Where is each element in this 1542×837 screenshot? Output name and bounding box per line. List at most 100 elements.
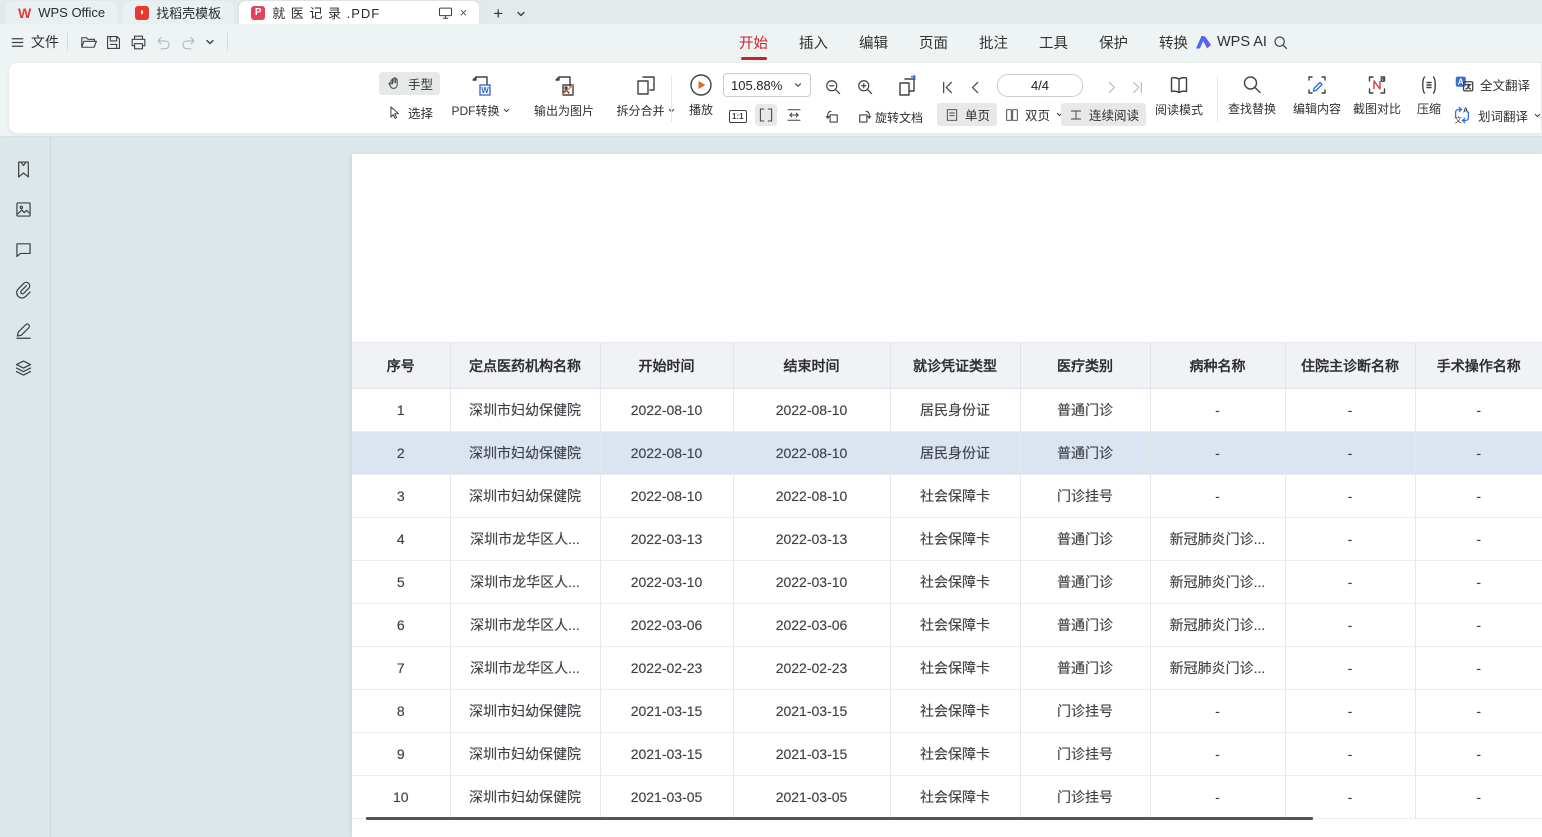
table-cell: 深圳市妇幼保健院 <box>450 733 600 776</box>
table-cell: 2022-03-13 <box>600 518 733 561</box>
menu-tab[interactable]: 开始 <box>738 24 769 61</box>
screenshot-compare-icon <box>1365 73 1389 97</box>
table-header-cell: 医疗类别 <box>1020 343 1150 389</box>
cursor-icon <box>391 107 398 118</box>
table-cell: - <box>1415 690 1542 733</box>
table-cell: - <box>1285 647 1415 690</box>
table-cell: 5 <box>352 561 450 604</box>
menu-tab[interactable]: 编辑 <box>858 24 889 61</box>
table-cell: 普通门诊 <box>1020 561 1150 604</box>
main-menu-icon[interactable] <box>10 35 25 50</box>
table-cell: 10 <box>352 776 450 819</box>
quick-access-chevron-icon[interactable] <box>201 33 219 51</box>
window-tab-bar: W WPS Office ◗ 找稻壳模板 P 就 医 记 录 .PDF × + <box>0 0 1542 24</box>
tab-wps-office[interactable]: W WPS Office <box>6 1 117 24</box>
split-merge-button[interactable]: 拆分合并 <box>607 73 685 119</box>
table-cell: - <box>1285 432 1415 475</box>
table-cell: 门诊挂号 <box>1020 475 1150 518</box>
thumbnail-panel-icon[interactable] <box>13 199 34 220</box>
new-tab-icon[interactable]: + <box>489 4 507 24</box>
zoom-level-select[interactable]: 105.88% <box>723 73 811 97</box>
word-translate-button[interactable]: A文 划词翻译 <box>1451 104 1542 126</box>
menu-tab[interactable]: 工具 <box>1038 24 1069 61</box>
menu-tab[interactable]: 页面 <box>918 24 949 61</box>
table-cell: 深圳市妇幼保健院 <box>450 432 600 475</box>
table-row: 5深圳市龙华区人...2022-03-102022-03-10社会保障卡普通门诊… <box>352 561 1542 604</box>
table-cell: 深圳市龙华区人... <box>450 647 600 690</box>
fit-page-button[interactable] <box>755 104 777 126</box>
screenshot-compare-button[interactable]: 截图对比 <box>1347 73 1407 117</box>
present-screen-icon[interactable] <box>438 6 453 20</box>
layers-icon[interactable] <box>13 358 34 379</box>
compress-icon <box>1417 73 1441 97</box>
compress-button[interactable]: 压缩 <box>1407 73 1451 117</box>
table-cell: 门诊挂号 <box>1020 776 1150 819</box>
zoom-in-button[interactable] <box>853 75 877 99</box>
hand-tool-button[interactable]: 手型 <box>379 72 440 95</box>
menu-tab[interactable]: 批注 <box>978 24 1009 61</box>
open-file-icon[interactable] <box>76 30 101 55</box>
menu-search-icon[interactable] <box>1272 34 1289 51</box>
rotate-right-button[interactable] <box>853 105 876 128</box>
save-icon[interactable] <box>101 30 126 55</box>
table-cell: - <box>1415 518 1542 561</box>
table-cell: 9 <box>352 733 450 776</box>
page-number-input[interactable]: 4/4 <box>997 74 1083 97</box>
tab-label: WPS Office <box>38 5 105 20</box>
continuous-read-icon <box>1068 107 1084 123</box>
zoom-in-icon <box>855 77 875 97</box>
table-cell: - <box>1285 733 1415 776</box>
menu-tab[interactable]: 保护 <box>1098 24 1129 61</box>
file-menu-button[interactable]: 文件 <box>31 32 59 52</box>
table-cell: 深圳市妇幼保健院 <box>450 776 600 819</box>
tab-medical-record-pdf[interactable]: P 就 医 记 录 .PDF × <box>239 1 479 24</box>
zoom-out-button[interactable] <box>821 75 845 99</box>
table-cell: 2022-08-10 <box>600 475 733 518</box>
table-cell: - <box>1285 389 1415 432</box>
last-page-button[interactable] <box>1127 77 1148 98</box>
single-page-toggle[interactable]: 单页 <box>937 103 997 126</box>
table-cell: - <box>1150 690 1285 733</box>
comment-panel-icon[interactable] <box>13 239 34 260</box>
table-cell: - <box>1285 604 1415 647</box>
rotate-left-button[interactable] <box>821 105 844 128</box>
play-button[interactable]: 播放 <box>677 72 725 118</box>
sidebar-icon-strip <box>0 137 50 837</box>
next-page-button[interactable] <box>1101 77 1122 98</box>
redo-icon[interactable] <box>176 30 201 55</box>
pdf-convert-button[interactable]: W PDF转换 <box>441 73 521 119</box>
full-translate-button[interactable]: A 全文翻译 <box>1453 73 1530 95</box>
undo-icon[interactable] <box>151 30 176 55</box>
menu-tab[interactable]: 插入 <box>798 24 829 61</box>
pdf-page[interactable]: 序号定点医药机构名称开始时间结束时间就诊凭证类型医疗类别病种名称住院主诊断名称手… <box>352 154 1542 837</box>
edit-content-icon <box>1305 73 1329 97</box>
read-mode-button[interactable]: 阅读模式 <box>1149 72 1209 118</box>
edit-content-button[interactable]: 编辑内容 <box>1287 73 1347 117</box>
wps-ai-button[interactable]: WPS AI <box>1196 24 1267 60</box>
fit-width-button[interactable] <box>783 104 805 126</box>
menu-tab[interactable]: 转换 <box>1158 24 1189 61</box>
swap-pages-button[interactable] <box>893 72 923 102</box>
play-icon <box>688 72 714 98</box>
tab-docer-templates[interactable]: ◗ 找稻壳模板 <box>123 1 233 24</box>
table-cell: 2021-03-05 <box>600 776 733 819</box>
actual-size-button[interactable]: 1:1 <box>727 104 749 126</box>
print-icon[interactable] <box>126 30 151 55</box>
tab-list-chevron-icon[interactable] <box>515 8 527 20</box>
double-page-toggle[interactable]: 双页 <box>997 103 1071 126</box>
signature-pen-icon[interactable] <box>13 319 34 340</box>
table-row: 3深圳市妇幼保健院2022-08-102022-08-10社会保障卡门诊挂号--… <box>352 475 1542 518</box>
continuous-read-toggle[interactable]: 连续阅读 <box>1061 103 1146 126</box>
select-tool-button[interactable]: 选择 <box>379 101 440 124</box>
table-cell: 2022-08-10 <box>733 475 890 518</box>
find-replace-button[interactable]: 查找替换 <box>1221 73 1283 117</box>
first-page-button[interactable] <box>937 77 958 98</box>
table-row: 1深圳市妇幼保健院2022-08-102022-08-10居民身份证普通门诊--… <box>352 389 1542 432</box>
export-image-button[interactable]: 输出为图片 <box>521 73 607 119</box>
table-cell: 新冠肺炎门诊... <box>1150 647 1285 690</box>
bookmark-icon[interactable] <box>13 159 34 180</box>
close-tab-icon[interactable]: × <box>460 5 468 20</box>
table-cell: - <box>1415 776 1542 819</box>
attachment-icon[interactable] <box>13 279 34 300</box>
prev-page-button[interactable] <box>965 77 986 98</box>
